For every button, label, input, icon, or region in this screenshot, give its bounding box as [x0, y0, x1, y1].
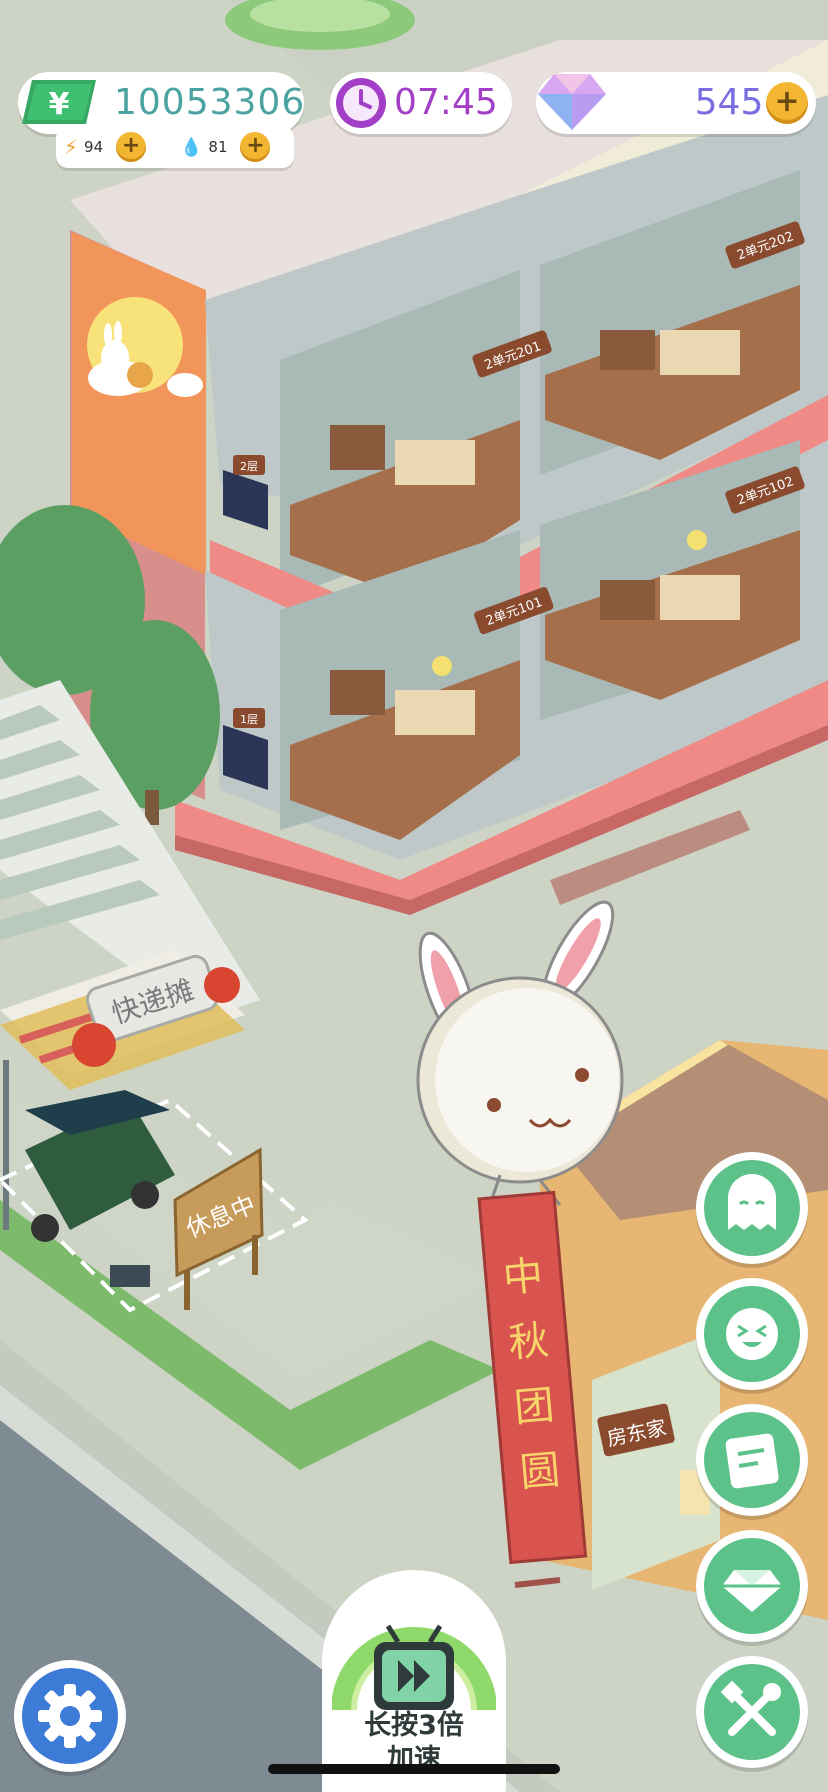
tools-icon [720, 1680, 781, 1736]
settings-button[interactable] [14, 1660, 126, 1772]
clock-icon [336, 78, 386, 128]
floor-1-label: 1层 [240, 713, 258, 726]
ghost-chat-icon [728, 1174, 776, 1230]
money-value: 10053306 [114, 82, 306, 123]
banner-char-3: 团 [512, 1382, 556, 1431]
lightning-icon: ⚡ [64, 135, 79, 159]
time-value: 07:45 [394, 82, 498, 123]
add-energy-button[interactable]: + [116, 132, 147, 162]
game-scene: 2单元201 2单元202 2层 2单元101 2单元102 1层 快递摊 休息… [0, 0, 828, 1792]
speed-up-button[interactable]: 长按3倍 加速 [322, 1570, 506, 1792]
water-drop-icon: 💧 [180, 136, 203, 158]
diamond-icon [722, 1570, 782, 1612]
notes-button[interactable] [696, 1404, 808, 1516]
add-gems-button[interactable]: + [766, 82, 808, 124]
notes-icon [725, 1433, 779, 1489]
gem-value: 545 [694, 82, 764, 123]
banner-char-1: 中 [501, 1253, 545, 1302]
resource-subbar: ⚡ 94 + 💧 81 + [56, 126, 294, 168]
energy-value: 94 [84, 138, 104, 156]
energy-item: ⚡ 94 + [64, 132, 147, 162]
tv-fast-forward-icon [332, 1624, 496, 1711]
floor-2-label: 2层 [240, 460, 258, 473]
banner-char-2: 秋 [507, 1317, 551, 1366]
laughing-face-icon [726, 1308, 778, 1360]
chat-button[interactable] [696, 1152, 808, 1264]
home-indicator [268, 1764, 560, 1774]
money-display[interactable]: ¥ 10053306 [18, 72, 304, 134]
banner-char-4: 圆 [518, 1447, 562, 1496]
gem-display[interactable]: 545 + [536, 72, 816, 134]
gem-shop-button[interactable] [696, 1530, 808, 1642]
time-display: 07:45 [330, 72, 512, 134]
gear-icon [38, 1684, 102, 1748]
svg-text:¥: ¥ [49, 87, 70, 122]
add-water-button[interactable]: + [240, 132, 271, 162]
emoji-button[interactable] [696, 1278, 808, 1390]
gem-icon [538, 74, 606, 130]
tools-button[interactable] [696, 1656, 808, 1768]
water-value: 81 [208, 138, 228, 156]
speed-label-line1: 长按3倍 [364, 1710, 464, 1741]
money-icon: ¥ [22, 80, 96, 124]
water-item: 💧 81 + [180, 132, 271, 162]
